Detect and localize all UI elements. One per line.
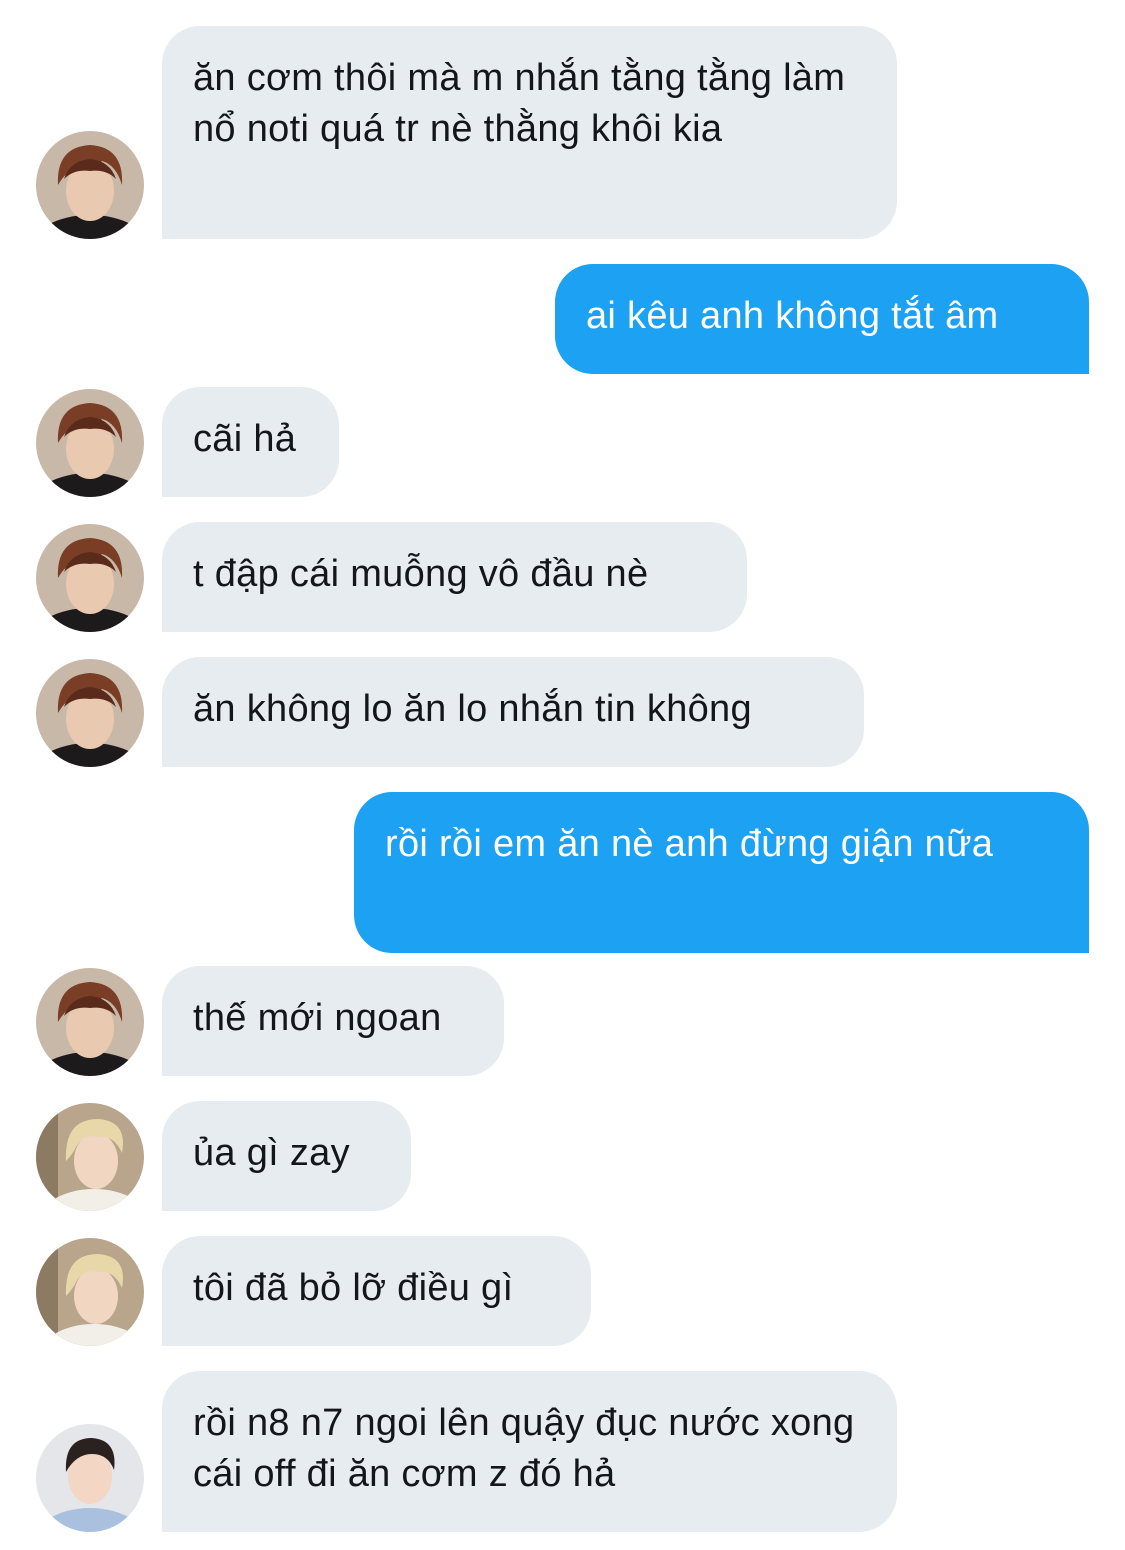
avatar-blue-hoodie[interactable] bbox=[36, 1424, 144, 1532]
chat-message-incoming: rồi n8 n7 ngoi lên quậy đục nước xong cá… bbox=[162, 1371, 897, 1532]
chat-message-incoming: cãi hả bbox=[162, 387, 339, 497]
avatar-blond-hair[interactable] bbox=[36, 1103, 144, 1211]
chat-message-outgoing: ai kêu anh không tắt âm bbox=[555, 264, 1089, 374]
chat-message-outgoing: rồi rồi em ăn nè anh đừng giận nữa bbox=[354, 792, 1089, 953]
avatar-dark-hair[interactable] bbox=[36, 659, 144, 767]
avatar-dark-hair[interactable] bbox=[36, 131, 144, 239]
chat-message-incoming: ủa gì zay bbox=[162, 1101, 411, 1211]
chat-message-incoming: thế mới ngoan bbox=[162, 966, 504, 1076]
chat-message-incoming: tôi đã bỏ lỡ điều gì bbox=[162, 1236, 591, 1346]
avatar-dark-hair[interactable] bbox=[36, 389, 144, 497]
chat-message-incoming: ăn không lo ăn lo nhắn tin không bbox=[162, 657, 864, 767]
chat-message-incoming: ăn cơm thôi mà m nhắn tằng tằng làm nổ n… bbox=[162, 26, 897, 239]
avatar-dark-hair[interactable] bbox=[36, 968, 144, 1076]
chat-message-incoming: t đập cái muỗng vô đầu nè bbox=[162, 522, 747, 632]
avatar-blond-hair[interactable] bbox=[36, 1238, 144, 1346]
avatar-dark-hair[interactable] bbox=[36, 524, 144, 632]
